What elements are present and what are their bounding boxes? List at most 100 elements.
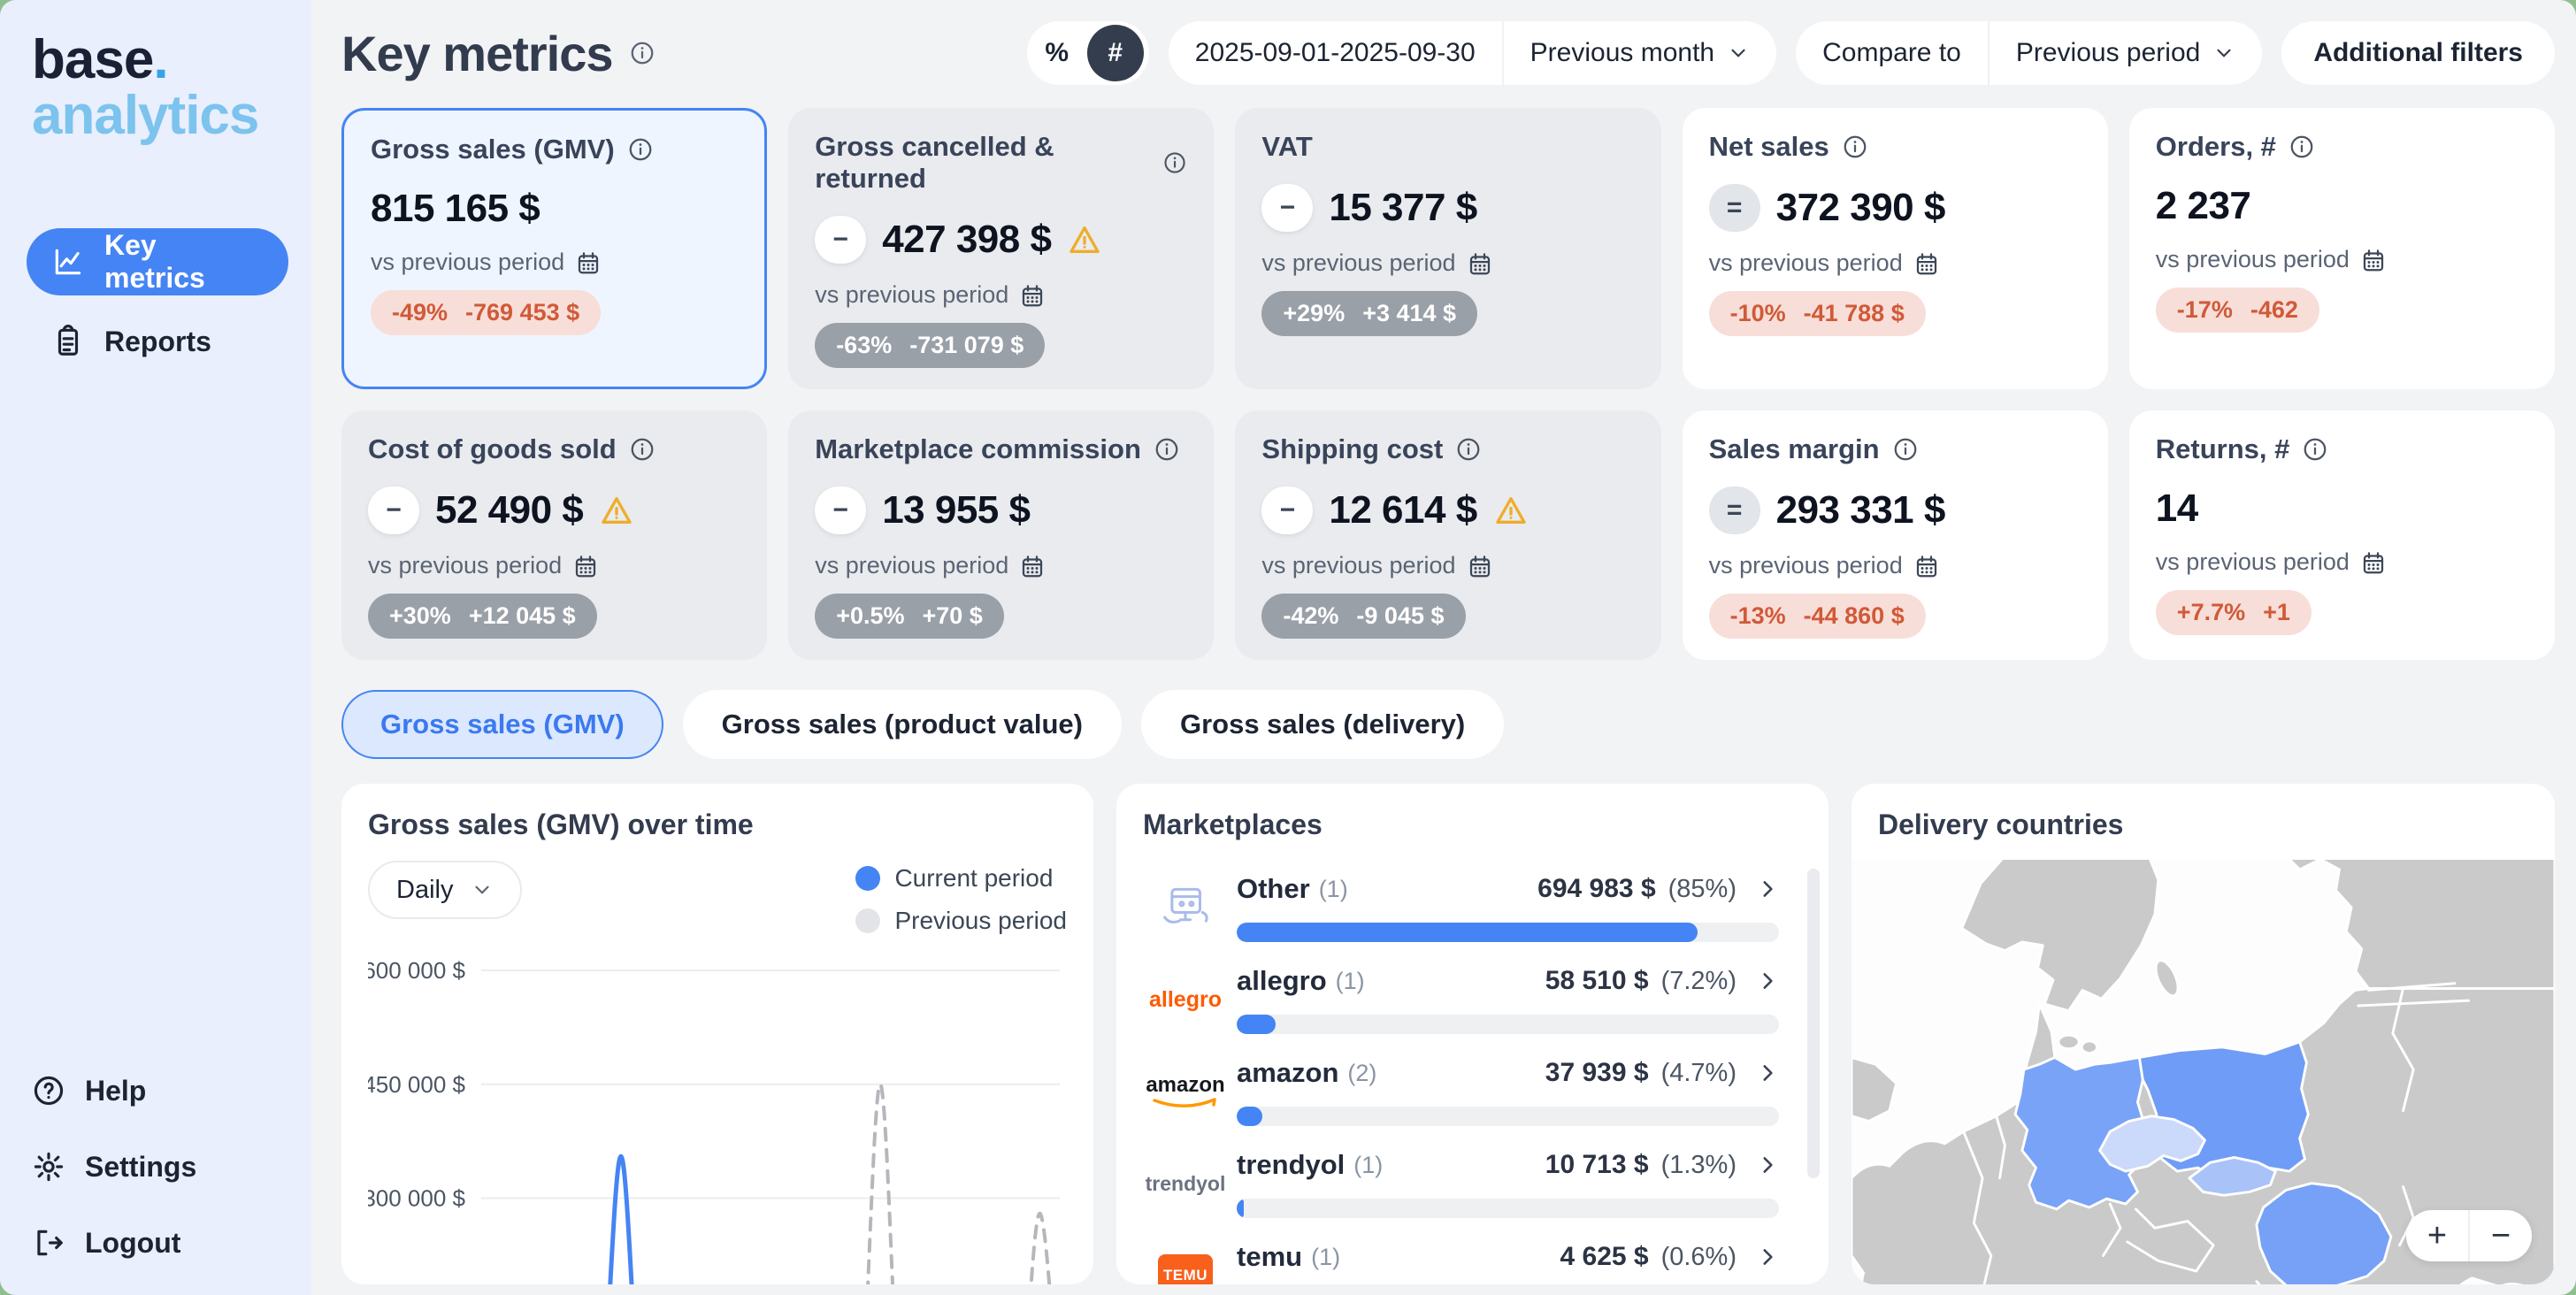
info-icon[interactable]: [1842, 134, 1868, 160]
map-title: Delivery countries: [1852, 784, 2555, 857]
badge-delta: +1: [2263, 599, 2290, 626]
calendar-icon[interactable]: [2360, 549, 2387, 576]
compare-value-dropdown[interactable]: Previous period: [1990, 21, 2262, 85]
marketplace-row-temu[interactable]: TEMUtemu(1)4 625 $(0.6%): [1143, 1218, 1802, 1284]
equals-toggle[interactable]: =: [1709, 184, 1760, 232]
info-icon[interactable]: [1154, 436, 1180, 463]
metric-card-shipping-cost[interactable]: Shipping cost−12 614 $vs previous period…: [1235, 410, 1660, 660]
info-icon[interactable]: [2302, 436, 2328, 463]
calendar-icon[interactable]: [1019, 553, 1046, 579]
chart-title: Gross sales (GMV) over time: [368, 808, 1067, 841]
info-icon[interactable]: [2288, 134, 2315, 160]
marketplace-count: (1): [1319, 876, 1348, 903]
metric-card-gross-sales-gmv-[interactable]: Gross sales (GMV)815 165 $vs previous pe…: [341, 108, 767, 389]
warning-icon[interactable]: [599, 493, 634, 528]
info-icon[interactable]: [1892, 436, 1919, 463]
sidebar-item-settings[interactable]: Settings: [32, 1150, 288, 1184]
map-zoom-out-button[interactable]: −: [2470, 1210, 2532, 1261]
warning-icon[interactable]: [1493, 493, 1529, 528]
marketplace-icon: [1143, 878, 1228, 937]
marketplaces-title: Marketplaces: [1143, 808, 1802, 841]
marketplace-percent: (0.6%): [1661, 1243, 1736, 1272]
sidebar-item-reports[interactable]: Reports: [27, 308, 288, 375]
interval-dropdown[interactable]: Daily: [368, 861, 522, 919]
equals-toggle[interactable]: =: [1709, 487, 1760, 534]
metric-card-cost-of-goods-sold[interactable]: Cost of goods sold−52 490 $vs previous p…: [341, 410, 767, 660]
card-value: 15 377 $: [1329, 186, 1476, 230]
info-icon[interactable]: [629, 40, 656, 66]
exclude-toggle[interactable]: −: [815, 216, 866, 264]
chevron-right-icon: [1756, 1153, 1779, 1176]
marketplace-name: Other: [1237, 873, 1310, 905]
map-zoom-in-button[interactable]: +: [2406, 1210, 2468, 1261]
exclude-toggle[interactable]: −: [368, 487, 419, 534]
calendar-icon[interactable]: [1913, 250, 1940, 277]
calendar-icon[interactable]: [572, 553, 599, 579]
marketplace-icon: trendyol: [1143, 1172, 1228, 1196]
line-chart[interactable]: 600 000 $450 000 $300 000 $150 000 $0.00…: [368, 935, 1067, 1284]
sidebar-item-key-metrics[interactable]: Key metrics: [27, 228, 288, 295]
metric-card-net-sales[interactable]: Net sales=372 390 $vs previous period-10…: [1683, 108, 2108, 389]
calendar-icon[interactable]: [1467, 553, 1493, 579]
calendar-icon[interactable]: [1019, 282, 1046, 309]
info-icon[interactable]: [629, 436, 656, 463]
metric-card-gross-cancelled-returned[interactable]: Gross cancelled & returned−427 398 $vs p…: [788, 108, 1214, 389]
additional-filters-button[interactable]: Additional filters: [2281, 21, 2555, 85]
compare-to-label[interactable]: Compare to: [1796, 21, 1988, 85]
marketplace-value: 37 939 $: [1545, 1058, 1649, 1088]
sidebar-item-help[interactable]: Help: [32, 1074, 288, 1107]
marketplace-row-amazon[interactable]: amazonamazon(2)37 939 $(4.7%): [1143, 1034, 1802, 1126]
legend-item-previous-period[interactable]: Previous period: [855, 907, 1067, 935]
card-value: 52 490 $: [435, 488, 583, 533]
warning-icon[interactable]: [1067, 222, 1102, 257]
sidebar-item-logout[interactable]: Logout: [32, 1226, 288, 1260]
unit-toggle[interactable]: % #: [1027, 21, 1149, 85]
metric-card-orders-[interactable]: Orders, #2 237vs previous period-17%-462: [2129, 108, 2555, 389]
tab-gross-sales-product-value-[interactable]: Gross sales (product value): [683, 690, 1122, 759]
date-preset-dropdown[interactable]: Previous month: [1504, 21, 1776, 85]
card-title: Sales margin: [1709, 433, 2082, 465]
badge-percent: -17%: [2177, 296, 2233, 324]
tab-gross-sales-gmv-[interactable]: Gross sales (GMV): [341, 690, 663, 759]
sidebar-item-label: Help: [85, 1075, 146, 1107]
exclude-toggle[interactable]: −: [1261, 487, 1313, 534]
info-icon[interactable]: [627, 136, 654, 163]
unit-percent-option[interactable]: %: [1027, 38, 1087, 68]
marketplace-row-other[interactable]: Other(1)694 983 $(85%): [1143, 850, 1802, 942]
amazon-logo: amazon: [1146, 1073, 1224, 1110]
marketplaces-scrollbar[interactable]: [1807, 869, 1820, 1178]
y-axis-tick: 600 000 $: [368, 957, 466, 984]
app-window: base. analytics Key metricsReports HelpS…: [0, 0, 2576, 1295]
info-icon[interactable]: [1455, 436, 1482, 463]
badge-delta: -769 453 $: [465, 299, 579, 326]
calendar-icon[interactable]: [1913, 553, 1940, 579]
exclude-toggle[interactable]: −: [1261, 184, 1313, 232]
calendar-icon[interactable]: [1467, 250, 1493, 277]
metric-card-sales-margin[interactable]: Sales margin=293 331 $vs previous period…: [1683, 410, 2108, 660]
marketplace-value: 4 625 $: [1560, 1242, 1648, 1272]
marketplace-icon: amazon: [1143, 1073, 1228, 1110]
marketplace-row-trendyol[interactable]: trendyoltrendyol(1)10 713 $(1.3%): [1143, 1126, 1802, 1218]
marketplace-count: (1): [1311, 1244, 1340, 1271]
main-content: Key metrics % # 2025-09-01-2025-09-30 Pr…: [311, 0, 2576, 1295]
marketplace-name: allegro: [1237, 965, 1327, 997]
unit-count-option[interactable]: #: [1087, 25, 1144, 81]
calendar-icon[interactable]: [2360, 247, 2387, 273]
header-controls: % # 2025-09-01-2025-09-30 Previous month…: [1027, 21, 2555, 85]
calendar-icon[interactable]: [575, 249, 602, 276]
marketplace-row-allegro[interactable]: allegroallegro(1)58 510 $(7.2%): [1143, 942, 1802, 1034]
metric-card-vat[interactable]: VAT−15 377 $vs previous period+29%+3 414…: [1235, 108, 1660, 389]
metric-card-returns-[interactable]: Returns, #14vs previous period+7.7%+1: [2129, 410, 2555, 660]
map-country-poland[interactable]: [2139, 1042, 2308, 1178]
marketplace-count: (1): [1336, 968, 1365, 995]
card-value: 12 614 $: [1329, 488, 1476, 533]
tab-gross-sales-delivery-[interactable]: Gross sales (delivery): [1141, 690, 1504, 759]
chart-panel: Gross sales (GMV) over time Daily Curren…: [341, 784, 1093, 1284]
date-range-input[interactable]: 2025-09-01-2025-09-30: [1169, 21, 1502, 85]
marketplace-value: 10 713 $: [1545, 1150, 1649, 1180]
legend-item-current-period[interactable]: Current period: [855, 864, 1067, 893]
exclude-toggle[interactable]: −: [815, 487, 866, 534]
metric-card-marketplace-commission[interactable]: Marketplace commission−13 955 $vs previo…: [788, 410, 1214, 660]
info-icon[interactable]: [1162, 149, 1187, 176]
logo-dot: .: [153, 29, 167, 90]
